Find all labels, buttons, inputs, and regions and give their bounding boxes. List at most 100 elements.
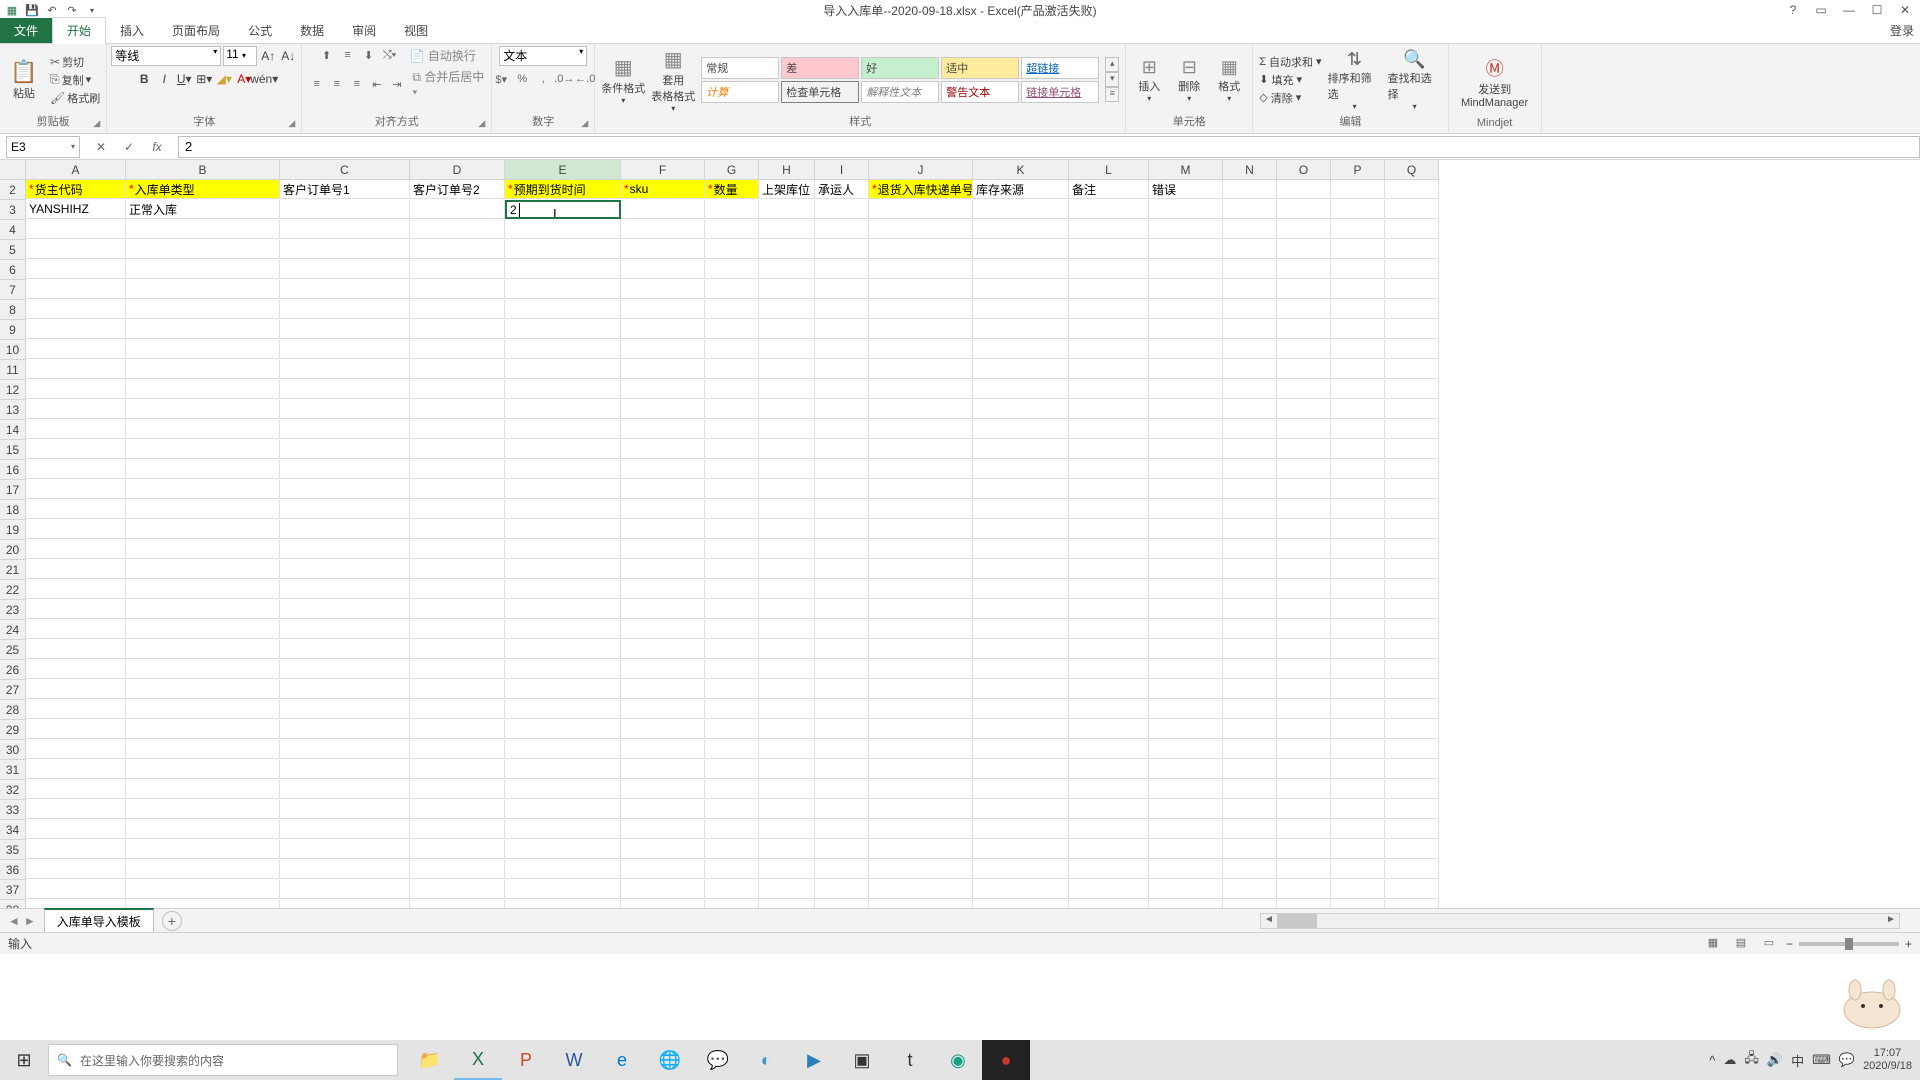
col-header-N[interactable]: N [1223, 160, 1277, 180]
cell-M27[interactable] [1149, 680, 1223, 699]
cell-Q38[interactable] [1385, 900, 1439, 908]
cell-C26[interactable] [280, 660, 410, 679]
cell-K2[interactable]: 库存来源 [973, 180, 1069, 199]
cell-M15[interactable] [1149, 440, 1223, 459]
cell-P8[interactable] [1331, 300, 1385, 319]
cell-F36[interactable] [621, 860, 705, 879]
cell-G10[interactable] [705, 340, 759, 359]
increase-font-icon[interactable]: A↑ [259, 47, 277, 65]
cell-C16[interactable] [280, 460, 410, 479]
cell-H13[interactable] [759, 400, 815, 419]
cell-F29[interactable] [621, 720, 705, 739]
cell-J25[interactable] [869, 640, 973, 659]
cell-C31[interactable] [280, 760, 410, 779]
cell-A4[interactable] [26, 220, 126, 239]
percent-icon[interactable]: % [513, 70, 531, 88]
cell-H3[interactable] [759, 200, 815, 219]
cell-H10[interactable] [759, 340, 815, 359]
cell-J30[interactable] [869, 740, 973, 759]
style-warn[interactable]: 警告文本 [941, 81, 1019, 103]
minimize-icon[interactable]: — [1840, 3, 1858, 17]
tray-ime-icon[interactable]: 中 [1791, 1051, 1804, 1070]
cell-A12[interactable] [26, 380, 126, 399]
task-app4-icon[interactable]: t [886, 1040, 934, 1080]
cell-F30[interactable] [621, 740, 705, 759]
launcher-icon[interactable]: ◢ [93, 118, 100, 129]
cell-J37[interactable] [869, 880, 973, 899]
cell-L13[interactable] [1069, 400, 1149, 419]
cell-G7[interactable] [705, 280, 759, 299]
style-hyperlink[interactable]: 超链接 [1021, 57, 1099, 79]
cell-D17[interactable] [410, 480, 505, 499]
cell-M32[interactable] [1149, 780, 1223, 799]
cell-A31[interactable] [26, 760, 126, 779]
cell-H11[interactable] [759, 360, 815, 379]
cell-Q28[interactable] [1385, 700, 1439, 719]
cell-C33[interactable] [280, 800, 410, 819]
cell-I7[interactable] [815, 280, 869, 299]
cell-K3[interactable] [973, 200, 1069, 219]
cell-O2[interactable] [1277, 180, 1331, 199]
cell-P20[interactable] [1331, 540, 1385, 559]
cell-D19[interactable] [410, 520, 505, 539]
cell-L3[interactable] [1069, 200, 1149, 219]
cell-G4[interactable] [705, 220, 759, 239]
cell-L33[interactable] [1069, 800, 1149, 819]
cell-C6[interactable] [280, 260, 410, 279]
cell-G15[interactable] [705, 440, 759, 459]
cell-P37[interactable] [1331, 880, 1385, 899]
cell-N25[interactable] [1223, 640, 1277, 659]
cell-J21[interactable] [869, 560, 973, 579]
cell-P14[interactable] [1331, 420, 1385, 439]
row-header-7[interactable]: 7 [0, 280, 26, 300]
cell-C29[interactable] [280, 720, 410, 739]
autosum-button[interactable]: Σ 自动求和 ▾ [1259, 54, 1321, 70]
row-header-20[interactable]: 20 [0, 540, 26, 560]
tray-cloud-icon[interactable]: ☁ [1723, 1052, 1736, 1068]
cell-L26[interactable] [1069, 660, 1149, 679]
cell-D28[interactable] [410, 700, 505, 719]
cell-M2[interactable]: 错误 [1149, 180, 1223, 199]
cell-E15[interactable] [505, 440, 621, 459]
cell-styles-gallery[interactable]: 常规 差 好 适中 超链接 计算 检查单元格 解释性文本 警告文本 链接单元格 [701, 57, 1099, 103]
cell-P15[interactable] [1331, 440, 1385, 459]
cell-B30[interactable] [126, 740, 280, 759]
cell-B15[interactable] [126, 440, 280, 459]
cell-P2[interactable] [1331, 180, 1385, 199]
cell-Q5[interactable] [1385, 240, 1439, 259]
cell-B21[interactable] [126, 560, 280, 579]
cell-D38[interactable] [410, 900, 505, 908]
cell-Q3[interactable] [1385, 200, 1439, 219]
cell-E8[interactable] [505, 300, 621, 319]
row-header-29[interactable]: 29 [0, 720, 26, 740]
cell-G36[interactable] [705, 860, 759, 879]
row-header-33[interactable]: 33 [0, 800, 26, 820]
cell-A9[interactable] [26, 320, 126, 339]
cell-E22[interactable] [505, 580, 621, 599]
cell-L5[interactable] [1069, 240, 1149, 259]
cell-E29[interactable] [505, 720, 621, 739]
row-header-37[interactable]: 37 [0, 880, 26, 900]
cell-D21[interactable] [410, 560, 505, 579]
cell-G32[interactable] [705, 780, 759, 799]
cell-N14[interactable] [1223, 420, 1277, 439]
cell-J8[interactable] [869, 300, 973, 319]
cell-K6[interactable] [973, 260, 1069, 279]
cell-H7[interactable] [759, 280, 815, 299]
cell-Q10[interactable] [1385, 340, 1439, 359]
cell-P16[interactable] [1331, 460, 1385, 479]
cell-O30[interactable] [1277, 740, 1331, 759]
cell-O33[interactable] [1277, 800, 1331, 819]
cell-C35[interactable] [280, 840, 410, 859]
cell-J13[interactable] [869, 400, 973, 419]
cell-O32[interactable] [1277, 780, 1331, 799]
cell-G31[interactable] [705, 760, 759, 779]
cell-A22[interactable] [26, 580, 126, 599]
cell-K19[interactable] [973, 520, 1069, 539]
cell-H34[interactable] [759, 820, 815, 839]
cell-D13[interactable] [410, 400, 505, 419]
cell-M3[interactable] [1149, 200, 1223, 219]
cell-H8[interactable] [759, 300, 815, 319]
cell-N20[interactable] [1223, 540, 1277, 559]
cell-M4[interactable] [1149, 220, 1223, 239]
